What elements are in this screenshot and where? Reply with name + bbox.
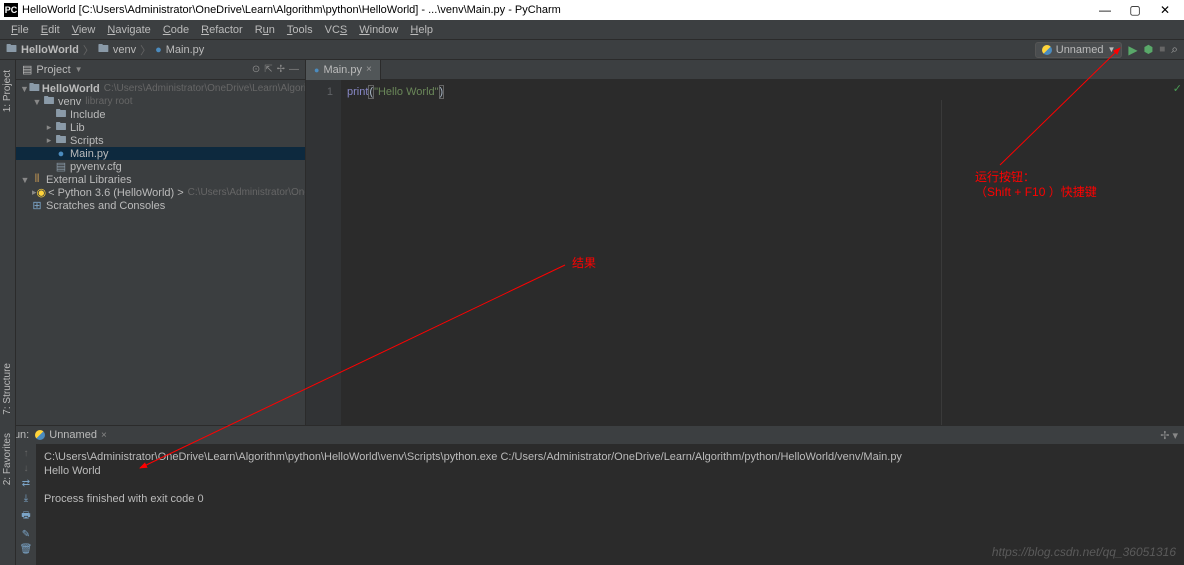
run-button[interactable]: ▶	[1128, 43, 1137, 57]
folder-icon: 🖿	[98, 40, 109, 59]
soft-wrap-icon[interactable]: ⇄	[22, 478, 30, 489]
menu-code[interactable]: Code	[158, 22, 194, 38]
menu-help[interactable]: Help	[405, 22, 438, 38]
breadcrumb-project[interactable]: HelloWorld	[21, 44, 79, 56]
run-tool-window: Run: Unnamed × ✢ ▾ ▶ ❚❚ ■ ★ ↑ ↓ ⇄ ⤓ 🖶 ✎ …	[0, 425, 1184, 565]
checkmark-icon: ✓	[1173, 82, 1182, 95]
project-tree[interactable]: ▼🖿 HelloWorld C:\Users\Administrator\One…	[16, 80, 305, 214]
pycharm-logo-icon: PC	[4, 3, 18, 17]
search-everywhere-button[interactable]: ⌕	[1171, 42, 1178, 57]
python-icon	[35, 430, 45, 440]
close-tab-icon[interactable]: ×	[366, 64, 372, 75]
close-button[interactable]: ✕	[1150, 3, 1180, 17]
tree-pyvenv-cfg[interactable]: ▤ pyvenv.cfg	[16, 160, 305, 173]
minimize-button[interactable]: —	[1090, 3, 1120, 17]
trash-icon[interactable]: 🗑	[20, 544, 33, 555]
menu-refactor[interactable]: Refactor	[196, 22, 248, 38]
breadcrumb-folder[interactable]: venv	[113, 44, 136, 56]
editor-tab-bar: ● Main.py ×	[306, 60, 1184, 80]
project-tool-window: ▤ Project ▼ ⊙ ⇱ ✢ — ▼🖿 HelloWorld C:\Use…	[16, 60, 306, 425]
run-toolbar-mid: ↑ ↓ ⇄ ⤓ 🖶 ✎ 🗑	[16, 444, 36, 565]
python-icon	[1042, 45, 1052, 55]
close-run-tab-icon[interactable]: ×	[101, 430, 107, 441]
tree-scratches[interactable]: ⊞ Scratches and Consoles	[16, 199, 305, 212]
tree-root[interactable]: ▼🖿 HelloWorld C:\Users\Administrator\One…	[16, 82, 305, 95]
run-settings-gear-icon[interactable]: ✢ ▾	[1160, 429, 1178, 442]
scroll-to-end-icon[interactable]: ⤓	[24, 493, 28, 504]
run-config-name: Unnamed	[1056, 44, 1104, 56]
menu-window[interactable]: Window	[354, 22, 403, 38]
editor-area: ● Main.py × 1 print("Hello World") ✓	[306, 60, 1184, 425]
menu-edit[interactable]: Edit	[36, 22, 65, 38]
clear-icon[interactable]: ✎	[22, 529, 30, 540]
left-rail-bottom: 2: Favorites	[0, 425, 16, 565]
line-gutter: 1	[306, 80, 341, 425]
run-configuration-dropdown[interactable]: Unnamed ▼	[1035, 42, 1123, 58]
window-title: HelloWorld [C:\Users\Administrator\OneDr…	[22, 4, 561, 16]
maximize-button[interactable]: ▢	[1120, 3, 1150, 17]
stop-button[interactable]: ■	[1159, 44, 1165, 55]
menu-view[interactable]: View	[67, 22, 101, 38]
up-icon[interactable]: ↑	[24, 448, 29, 459]
menu-vcs[interactable]: VCS	[320, 22, 353, 38]
project-panel-icon: ▤	[22, 63, 32, 76]
debug-button[interactable]: ⬢	[1144, 43, 1154, 56]
settings-gear-icon[interactable]: ✢	[277, 64, 285, 75]
tree-python-sdk[interactable]: ▸◉ < Python 3.6 (HelloWorld) > C:\Users\…	[16, 186, 305, 199]
scroll-from-source-icon[interactable]: ⊙	[252, 64, 260, 75]
project-tool-tab[interactable]: 1: Project	[1, 64, 14, 118]
folder-icon: 🖿	[6, 40, 17, 59]
menu-file[interactable]: File	[6, 22, 34, 38]
editor-tab-label: Main.py	[323, 64, 362, 76]
hide-panel-icon[interactable]: —	[289, 64, 299, 75]
structure-tool-tab[interactable]: 7: Structure	[1, 357, 14, 421]
breadcrumb-file[interactable]: Main.py	[166, 44, 205, 56]
project-panel-title: Project	[36, 64, 70, 76]
menu-run[interactable]: Run	[250, 22, 280, 38]
tree-scripts[interactable]: ▸🖿 Scripts	[16, 134, 305, 147]
python-file-icon: ●	[314, 65, 319, 75]
down-icon[interactable]: ↓	[24, 463, 29, 474]
run-config-name: Unnamed	[49, 429, 97, 441]
print-icon[interactable]: 🖶	[21, 508, 30, 525]
code-editor[interactable]: 1 print("Hello World") ✓	[306, 80, 1184, 425]
menu-tools[interactable]: Tools	[282, 22, 318, 38]
python-file-icon: ●	[155, 44, 162, 56]
collapse-all-icon[interactable]: ⇱	[264, 64, 272, 75]
menu-navigate[interactable]: Navigate	[102, 22, 155, 38]
watermark-text: https://blog.csdn.net/qq_36051316	[992, 545, 1176, 559]
menu-bar: File Edit View Navigate Code Refactor Ru…	[0, 20, 1184, 40]
tree-external-libraries[interactable]: ▼⫴ External Libraries	[16, 173, 305, 186]
title-bar: PC HelloWorld [C:\Users\Administrator\On…	[0, 0, 1184, 20]
tree-main-py[interactable]: ● Main.py	[16, 147, 305, 160]
code-content[interactable]: print("Hello World")	[341, 80, 1184, 425]
favorites-tool-tab[interactable]: 2: Favorites	[1, 429, 14, 489]
editor-tab-main-py[interactable]: ● Main.py ×	[306, 60, 381, 80]
dropdown-icon: ▼	[1107, 45, 1115, 54]
navigation-bar: 🖿 HelloWorld 〉 🖿 venv 〉 ● Main.py Unname…	[0, 40, 1184, 60]
